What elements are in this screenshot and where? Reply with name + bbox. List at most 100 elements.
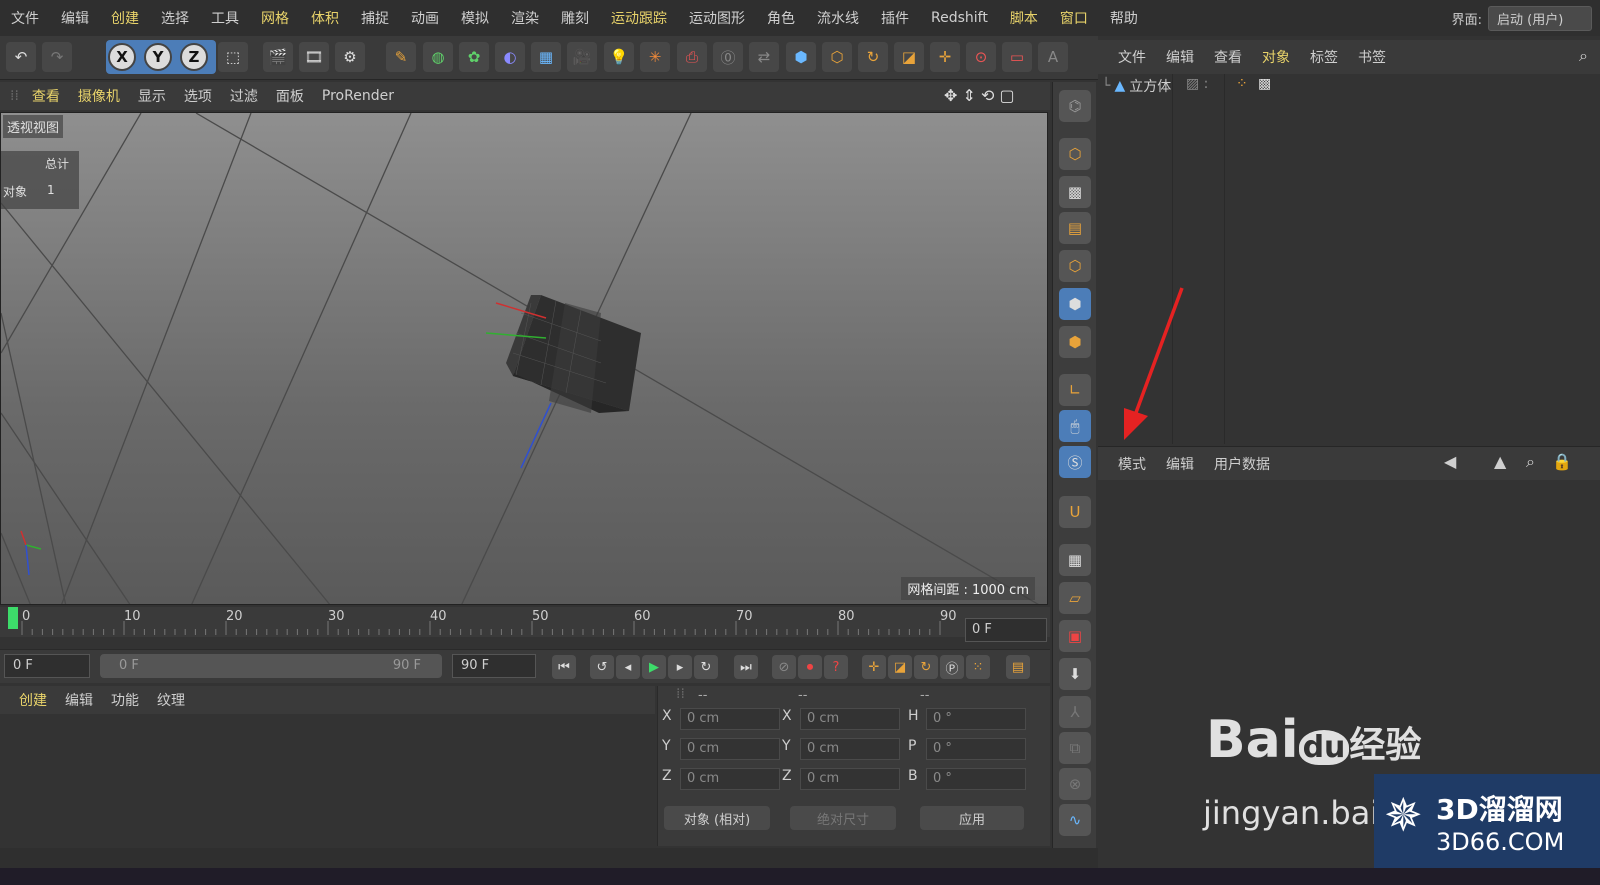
object-icon[interactable]: ⬡ [822, 42, 852, 72]
planar-workplane-icon[interactable]: ▱ [1059, 582, 1091, 614]
camera-icon[interactable]: 🎥 [567, 42, 597, 72]
coord-field[interactable]: 0 cm [800, 708, 900, 730]
attribute-menu-item[interactable]: 模式 [1118, 454, 1146, 474]
menu-item[interactable]: 模拟 [450, 8, 500, 28]
timeline-settings-icon[interactable]: ▤ [1006, 655, 1030, 679]
coord-field[interactable]: 0 cm [680, 738, 780, 760]
key-position-icon[interactable]: ✛ [862, 655, 886, 679]
coord-field[interactable]: 0 ° [926, 708, 1026, 730]
coord-field[interactable]: 0 cm [680, 768, 780, 790]
menu-item[interactable]: 捕捉 [350, 8, 400, 28]
model-mode-icon[interactable]: ⬡ [1059, 138, 1091, 170]
timeline-ruler[interactable]: 0 10 20 30 40 50 60 70 80 90 [0, 607, 1050, 637]
object-menu-item[interactable]: 标签 [1310, 47, 1338, 67]
coord-mode-select[interactable]: 对象 (相对) [664, 806, 770, 830]
axis-y-button[interactable]: Y [144, 43, 172, 71]
layers-icon[interactable]: ⧉ [1059, 732, 1091, 764]
move-icon[interactable]: ✛ [930, 42, 960, 72]
menu-item[interactable]: 选择 [150, 8, 200, 28]
tag-icon[interactable]: ⎙ [677, 42, 707, 72]
locked-workplane-icon[interactable]: ▦ [1059, 544, 1091, 576]
coord-field[interactable]: 0 cm [680, 708, 780, 730]
texture-mode-icon[interactable]: ▩ [1059, 176, 1091, 208]
menu-item[interactable]: 流水线 [806, 8, 870, 28]
render-region-icon[interactable]: ▣ [1059, 620, 1091, 652]
axis-x-button[interactable]: X [108, 43, 136, 71]
viewport-nav-icons[interactable]: ✥ ⇕ ⟲ ▢ [944, 86, 1015, 105]
auto-key-icon[interactable]: ? [824, 655, 848, 679]
start-frame-field[interactable]: 0 F [4, 654, 90, 678]
viewport-menu-item[interactable]: 显示 [138, 86, 166, 106]
viewport-menu-item[interactable]: 摄像机 [78, 86, 120, 106]
object-search-icon[interactable]: ⌕ [1579, 46, 1588, 66]
python-icon[interactable]: ∿ [1059, 804, 1091, 836]
menu-item[interactable]: 网格 [250, 8, 300, 28]
loop-forward-icon[interactable]: ↻ [694, 655, 718, 679]
interface-select[interactable]: 启动 (用户) [1488, 6, 1592, 31]
make-editable-icon[interactable]: ⌬ [1059, 90, 1091, 122]
material-panel[interactable] [0, 714, 655, 846]
menu-item[interactable]: 雕刻 [550, 8, 600, 28]
viewport-menu-item[interactable]: 选项 [184, 86, 212, 106]
axis-mode-icon[interactable]: ∟ [1059, 374, 1091, 406]
redo-icon[interactable]: ↷ [42, 42, 72, 72]
object-menu-item[interactable]: 编辑 [1166, 47, 1194, 67]
attr-back-icon[interactable]: ◀ [1444, 452, 1456, 471]
material-menu-item[interactable]: 编辑 [65, 690, 93, 710]
menu-item[interactable]: 插件 [870, 8, 920, 28]
play-icon[interactable]: ▶ [642, 655, 666, 679]
key-rotation-icon[interactable]: ↻ [914, 655, 938, 679]
scale-icon[interactable]: ◪ [894, 42, 924, 72]
key-scale-icon[interactable]: ◪ [888, 655, 912, 679]
undo-icon[interactable]: ↶ [6, 42, 36, 72]
object-menu-item[interactable]: 对象 [1262, 47, 1290, 67]
end-frame-field[interactable]: 90 F [452, 654, 536, 678]
visibility-toggle-icon[interactable]: ▨ : [1186, 76, 1208, 92]
axis-z-button[interactable]: Z [180, 43, 208, 71]
menu-item[interactable]: Redshift [920, 10, 999, 26]
step-forward-icon[interactable]: ▸ [668, 655, 692, 679]
workplane-mode-icon[interactable]: ▤ [1059, 212, 1091, 244]
axis-tool-icon[interactable]: ⅄ [1059, 696, 1091, 728]
object-row-cube[interactable]: └ ▲ 立方体 [1102, 76, 1171, 96]
material-menu-item[interactable]: 创建 [19, 690, 47, 710]
menu-item[interactable]: 脚本 [999, 8, 1049, 28]
rotate-icon[interactable]: ↻ [858, 42, 888, 72]
attr-search-icon[interactable]: ⌕ [1526, 452, 1535, 472]
attribute-menu-item[interactable]: 编辑 [1166, 454, 1194, 474]
select-icon[interactable]: ⊙ [966, 42, 996, 72]
viewport-menu-item[interactable]: 查看 [32, 86, 60, 106]
record-disabled-icon[interactable]: ⊘ [772, 655, 796, 679]
object-menu-item[interactable]: 书签 [1358, 47, 1386, 67]
light-icon[interactable]: 💡 [604, 42, 634, 72]
coord-field[interactable]: 0 cm [800, 738, 900, 760]
viewport-menu-item[interactable]: 过滤 [230, 86, 258, 106]
material-menu-item[interactable]: 纹理 [157, 690, 185, 710]
menu-item[interactable]: 文件 [0, 8, 50, 28]
coord-field[interactable]: 0 cm [800, 768, 900, 790]
menu-item[interactable]: 渲染 [500, 8, 550, 28]
current-frame-field[interactable]: 0 F [965, 618, 1047, 642]
coord-field[interactable]: 0 ° [926, 738, 1026, 760]
text-tool-icon[interactable]: A [1038, 42, 1068, 72]
subdivision-icon[interactable]: ◍ [423, 42, 453, 72]
viewport-menu-item[interactable]: ProRender [322, 88, 394, 104]
snap-icon[interactable]: U [1059, 496, 1091, 528]
apply-button[interactable]: 应用 [920, 806, 1024, 830]
frame-range-slider[interactable]: 0 F 90 F [100, 654, 442, 678]
menu-item[interactable]: 窗口 [1049, 8, 1099, 28]
menu-item[interactable]: 编辑 [50, 8, 100, 28]
go-to-start-icon[interactable]: ⏮ [552, 655, 576, 679]
download-icon[interactable]: ⬇ [1059, 658, 1091, 690]
key-pla-icon[interactable]: ⁙ [966, 655, 990, 679]
render-settings-icon[interactable]: ⚙ [335, 42, 365, 72]
object-menu-item[interactable]: 文件 [1118, 47, 1146, 67]
go-to-end-icon[interactable]: ⏭ [734, 655, 758, 679]
floor-icon[interactable]: ▦ [531, 42, 561, 72]
menu-item[interactable]: 动画 [400, 8, 450, 28]
step-back-icon[interactable]: ◂ [616, 655, 640, 679]
attr-up-icon[interactable]: ▲ [1494, 452, 1506, 471]
material-menu-item[interactable]: 功能 [111, 690, 139, 710]
solo-mode-icon[interactable]: Ⓢ [1059, 446, 1091, 478]
menu-item[interactable]: 运动图形 [678, 8, 756, 28]
